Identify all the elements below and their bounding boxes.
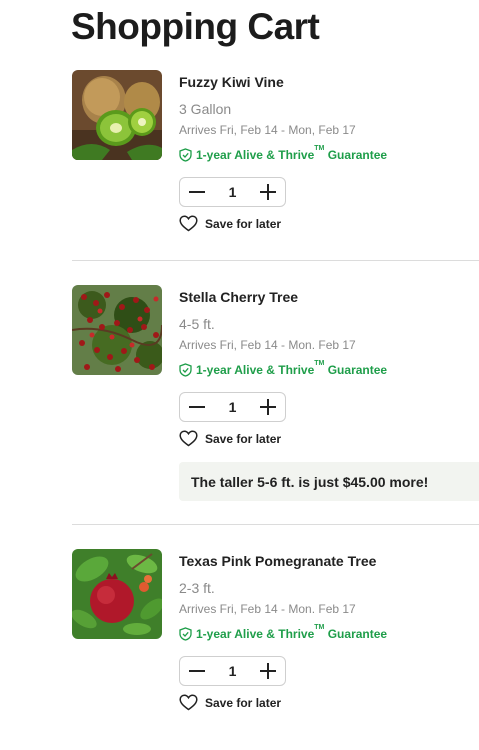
guarantee-badge[interactable]: 1-year Alive & ThriveTM Guarantee — [179, 145, 388, 162]
product-size: 2-3 ft. — [179, 580, 215, 596]
increase-quantity-button[interactable] — [259, 398, 277, 416]
decrease-quantity-button[interactable] — [188, 662, 206, 680]
minus-icon — [189, 191, 205, 193]
save-for-later-label: Save for later — [205, 216, 282, 231]
minus-icon — [189, 670, 205, 672]
save-for-later-label: Save for later — [205, 431, 282, 446]
product-image-pomegranate[interactable] — [72, 549, 162, 639]
product-size: 4-5 ft. — [179, 316, 215, 332]
increase-quantity-button[interactable] — [259, 662, 277, 680]
divider — [72, 524, 479, 525]
quantity-stepper: 1 — [179, 392, 286, 422]
save-for-later-label: Save for later — [205, 695, 282, 710]
shield-check-icon — [179, 148, 192, 162]
shield-check-icon — [179, 363, 192, 377]
cherry-tree-image — [72, 285, 162, 375]
save-for-later-button[interactable]: Save for later — [179, 694, 281, 711]
product-image-cherry[interactable] — [72, 285, 162, 375]
product-size: 3 Gallon — [179, 101, 232, 117]
heart-icon — [179, 694, 198, 711]
minus-icon — [189, 406, 205, 408]
heart-icon — [179, 430, 198, 447]
save-for-later-button[interactable]: Save for later — [179, 430, 281, 447]
product-name[interactable]: Texas Pink Pomegranate Tree — [179, 553, 376, 569]
divider — [72, 260, 479, 261]
decrease-quantity-button[interactable] — [188, 398, 206, 416]
heart-icon — [179, 215, 198, 232]
page-title: Shopping Cart — [71, 6, 320, 47]
quantity-stepper: 1 — [179, 656, 286, 686]
save-for-later-button[interactable]: Save for later — [179, 215, 281, 232]
guarantee-text: 1-year Alive & ThriveTM Guarantee — [196, 145, 388, 162]
quantity-stepper: 1 — [179, 177, 286, 207]
shield-check-icon — [179, 627, 192, 641]
increase-quantity-button[interactable] — [259, 183, 277, 201]
upsize-offer-banner[interactable]: The taller 5-6 ft. is just $45.00 more! — [179, 462, 479, 501]
quantity-value[interactable]: 1 — [229, 663, 237, 679]
quantity-value[interactable]: 1 — [229, 399, 237, 415]
quantity-value[interactable]: 1 — [229, 184, 237, 200]
decrease-quantity-button[interactable] — [188, 183, 206, 201]
guarantee-text: 1-year Alive & ThriveTM Guarantee — [196, 624, 388, 641]
guarantee-badge[interactable]: 1-year Alive & ThriveTM Guarantee — [179, 360, 388, 377]
pomegranate-image — [72, 549, 162, 639]
delivery-estimate: Arrives Fri, Feb 14 - Mon. Feb 17 — [179, 338, 356, 352]
product-image-kiwi[interactable] — [72, 70, 162, 160]
guarantee-badge[interactable]: 1-year Alive & ThriveTM Guarantee — [179, 624, 388, 641]
kiwi-image — [72, 70, 162, 160]
delivery-estimate: Arrives Fri, Feb 14 - Mon. Feb 17 — [179, 602, 356, 616]
product-name[interactable]: Fuzzy Kiwi Vine — [179, 74, 284, 90]
product-name[interactable]: Stella Cherry Tree — [179, 289, 298, 305]
delivery-estimate: Arrives Fri, Feb 14 - Mon, Feb 17 — [179, 123, 356, 137]
guarantee-text: 1-year Alive & ThriveTM Guarantee — [196, 360, 388, 377]
